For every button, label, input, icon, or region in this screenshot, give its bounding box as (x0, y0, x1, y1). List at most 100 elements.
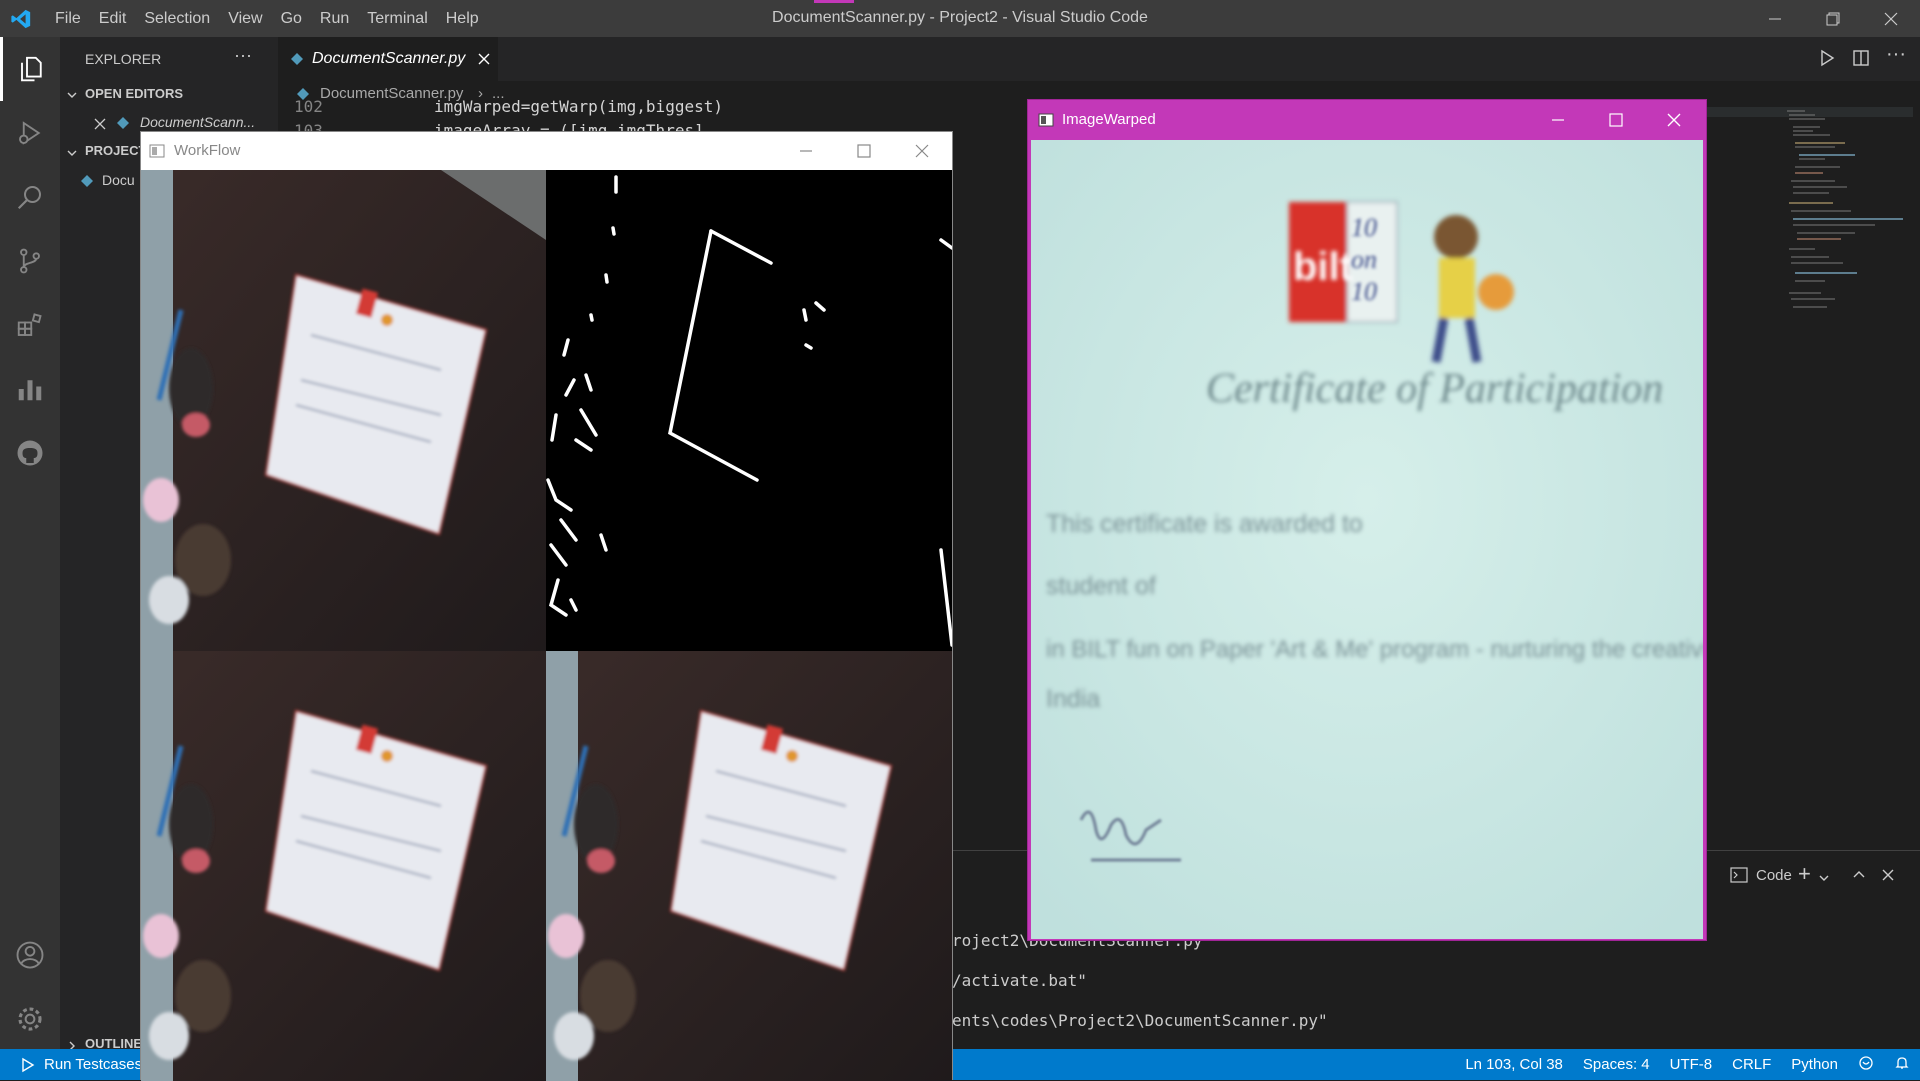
certificate-logo-text: bilt (1293, 245, 1353, 289)
certificate-line: student of (1046, 572, 1156, 600)
image-warped-window[interactable]: ImageWarped bilt 10 on 10 Certificate of… (1027, 99, 1707, 941)
open-editors-header[interactable]: OPEN EDITORS (85, 86, 183, 101)
window-app-icon (1038, 113, 1054, 127)
terminal-icon (1730, 867, 1748, 887)
menu-help[interactable]: Help (437, 10, 488, 28)
close-panel-icon[interactable] (1881, 867, 1895, 886)
certificate-line: This certificate is awarded to (1046, 510, 1363, 538)
image-warped-title: ImageWarped (1062, 111, 1156, 128)
more-actions-icon[interactable]: ··· (234, 45, 252, 66)
workflow-biggest-contour-image (546, 651, 952, 1081)
tab-label: DocumentScanner.py (312, 50, 466, 67)
explorer-activity[interactable] (0, 37, 60, 101)
workflow-window[interactable]: WorkFlow (140, 131, 953, 1081)
run-testcases-button[interactable]: Run Testcases (44, 1056, 142, 1073)
run-debug-icon (19, 121, 41, 145)
chevron-down-icon[interactable] (66, 86, 78, 105)
minimize-button[interactable] (1746, 0, 1804, 37)
certificate-heading: Certificate of Participation (1206, 366, 1664, 412)
new-terminal-icon[interactable]: + (1798, 861, 1811, 887)
editor-tab-bar: ··· (278, 37, 1920, 81)
workflow-threshold-image (546, 170, 952, 651)
minimize-icon (1769, 18, 1781, 19)
chevron-down-icon[interactable] (1818, 869, 1830, 888)
workflow-titlebar[interactable]: WorkFlow (141, 132, 952, 170)
indentation[interactable]: Spaces: 4 (1573, 1056, 1660, 1073)
maximize-panel-icon[interactable] (1852, 867, 1866, 886)
sidebar-header: EXPLORER (85, 51, 162, 67)
vscode-logo-icon (11, 9, 31, 29)
close-icon[interactable] (915, 144, 929, 158)
certificate-line: India (1046, 685, 1101, 713)
terminal-selector[interactable]: Code (1756, 867, 1792, 884)
split-editor-icon[interactable] (1852, 49, 1870, 71)
run-testcases-icon (22, 1057, 35, 1072)
account-icon (16, 941, 44, 969)
window-app-icon (149, 144, 165, 158)
maximize-icon[interactable] (857, 144, 871, 158)
terminal-line: ents\codes\Project2\DocumentScanner.py" (952, 1011, 1328, 1030)
accounts-activity[interactable] (0, 923, 60, 987)
search-activity[interactable] (0, 165, 60, 229)
title-accent (814, 0, 854, 3)
extensions-activity[interactable] (0, 293, 60, 357)
notifications-icon[interactable] (1884, 1055, 1920, 1075)
feedback-icon[interactable] (1848, 1055, 1884, 1075)
minimize-icon[interactable] (1551, 113, 1565, 127)
certificate-line: in BILT fun on Paper 'Art & Me' program … (1046, 636, 1703, 663)
cursor-position[interactable]: Ln 103, Col 38 (1455, 1056, 1573, 1073)
minimize-icon[interactable] (799, 144, 813, 158)
code-line: imgWarped=getWarp(img,biggest) (434, 97, 723, 116)
title-bar: File Edit Selection View Go Run Terminal… (0, 0, 1920, 37)
warped-certificate-image: bilt 10 on 10 Certificate of Participati… (1031, 140, 1703, 939)
workflow-original-image (141, 170, 546, 651)
chevron-down-icon[interactable] (66, 144, 78, 163)
source-control-icon (20, 248, 40, 274)
files-icon (20, 56, 42, 82)
maximize-icon[interactable] (1609, 113, 1623, 127)
end-of-line[interactable]: CRLF (1722, 1056, 1781, 1073)
menu-terminal[interactable]: Terminal (358, 10, 436, 28)
close-tab-icon[interactable] (477, 52, 491, 66)
close-editor-icon[interactable] (94, 115, 106, 134)
editor-more-icon[interactable]: ··· (1886, 43, 1906, 66)
extensions-icon (17, 313, 42, 336)
settings-activity[interactable] (0, 987, 60, 1051)
tab-documentscanner[interactable]: DocumentScanner.py (278, 37, 498, 81)
line-number: 102 (294, 97, 323, 116)
menu-run[interactable]: Run (311, 10, 358, 28)
gear-icon (18, 1007, 42, 1031)
python-file-icon (291, 53, 303, 65)
menu-selection[interactable]: Selection (135, 10, 219, 28)
certificate-signature (1079, 810, 1181, 862)
certificate-logo-tag: 10 on 10 (1351, 213, 1377, 306)
menu-go[interactable]: Go (272, 10, 311, 28)
close-icon (1884, 12, 1898, 25)
minimap[interactable] (1785, 107, 1905, 347)
menu-file[interactable]: File (46, 10, 90, 28)
charts-activity[interactable] (0, 357, 60, 421)
python-file-icon (80, 173, 94, 192)
close-button[interactable] (1862, 0, 1920, 37)
language-mode[interactable]: Python (1781, 1056, 1848, 1073)
project-file-item[interactable]: Docu (102, 172, 135, 188)
image-warped-titlebar[interactable]: ImageWarped (1028, 100, 1706, 140)
menu-bar: File Edit Selection View Go Run Terminal… (46, 0, 488, 37)
github-activity[interactable] (0, 421, 60, 485)
menu-edit[interactable]: Edit (90, 10, 136, 28)
workflow-contour-image (141, 651, 546, 1081)
source-control-activity[interactable] (0, 229, 60, 293)
close-icon[interactable] (1667, 113, 1681, 127)
activity-bar (0, 37, 60, 1049)
github-icon (17, 440, 43, 466)
run-debug-activity[interactable] (0, 101, 60, 165)
restore-button[interactable] (1804, 0, 1862, 37)
open-editor-item[interactable]: DocumentScann... (140, 114, 255, 130)
run-file-icon[interactable] (1818, 49, 1836, 71)
window-title: DocumentScanner.py - Project2 - Visual S… (772, 9, 1148, 26)
terminal-line: /activate.bat" (952, 971, 1087, 990)
menu-view[interactable]: View (219, 10, 271, 28)
search-icon (17, 186, 41, 210)
project-header[interactable]: PROJECT (85, 143, 146, 158)
encoding[interactable]: UTF-8 (1660, 1056, 1723, 1073)
